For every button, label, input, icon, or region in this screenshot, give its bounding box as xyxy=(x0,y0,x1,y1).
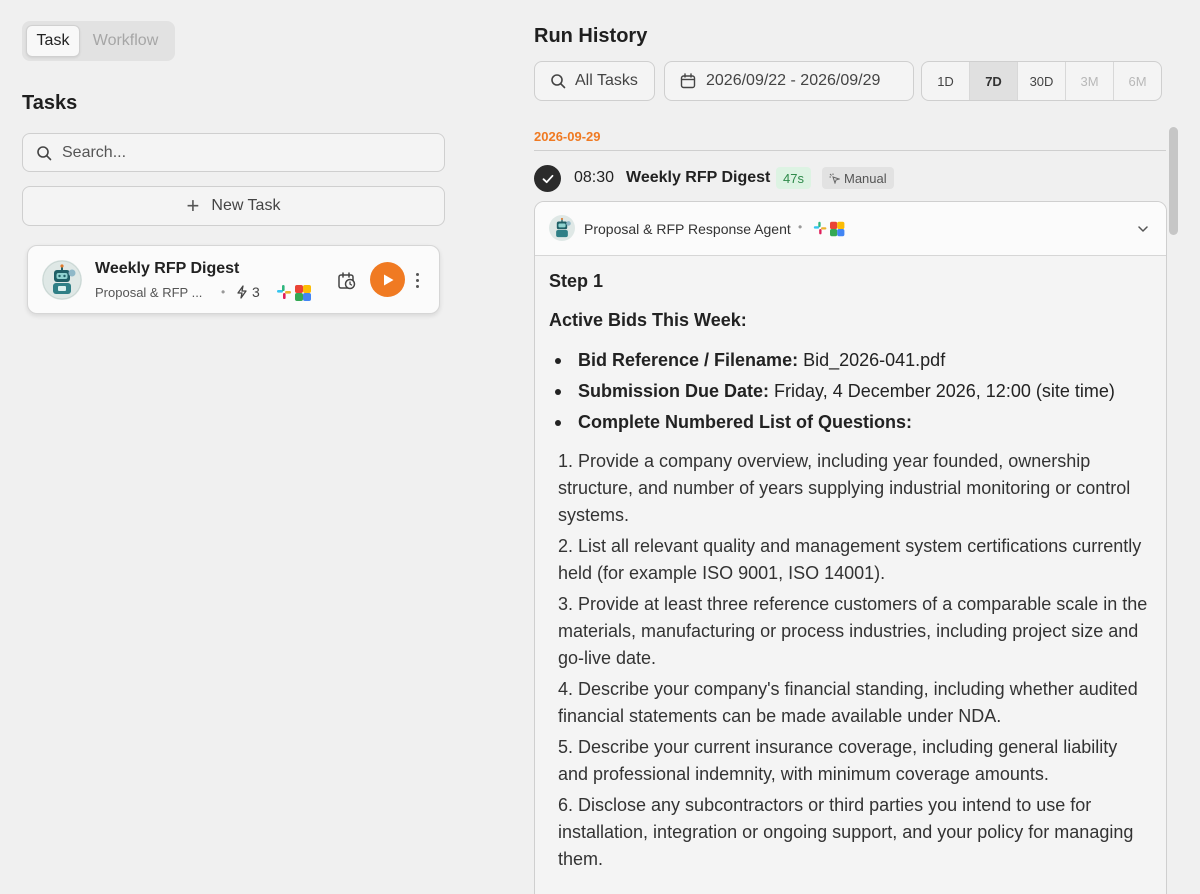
search-input[interactable]: Search... xyxy=(22,133,445,172)
schedule-icon[interactable] xyxy=(337,271,357,291)
mode-switch: Task Workflow xyxy=(22,21,175,61)
question-item: 2. List all relevant quality and managem… xyxy=(558,536,1142,583)
connected-apps-icon xyxy=(277,285,311,301)
robot-avatar-icon xyxy=(549,215,575,241)
bid-details-list: Bid Reference / Filename: Bid_2026-041.p… xyxy=(549,345,1152,438)
step-heading: Step 1 xyxy=(549,271,604,291)
time-range-selector: 1D 7D 30D 3M 6M xyxy=(921,61,1162,101)
question-item: 3. Provide at least three reference cust… xyxy=(558,594,1148,668)
tasks-heading: Tasks xyxy=(22,92,78,114)
all-tasks-filter[interactable]: All Tasks xyxy=(534,61,655,101)
success-check-icon xyxy=(534,165,561,192)
plus-icon: + xyxy=(186,193,200,218)
divider xyxy=(534,150,1166,151)
run-history-heading: Run History xyxy=(534,25,648,47)
play-icon xyxy=(383,274,393,285)
connected-apps-icon xyxy=(813,221,845,237)
trigger-badge: Manual xyxy=(822,167,894,189)
range-30d[interactable]: 30D xyxy=(1018,62,1066,100)
bullet-label: Complete Numbered List of Questions: xyxy=(578,412,913,432)
bullet-value: Friday, 4 December 2026, 12:00 (site tim… xyxy=(769,381,1115,401)
search-icon xyxy=(37,145,52,160)
range-7d[interactable]: 7D xyxy=(970,62,1018,100)
multi-app-icon xyxy=(295,285,311,301)
questions-list: 1. Provide a company overview, including… xyxy=(549,448,1152,873)
separator-dot: • xyxy=(798,220,803,234)
task-title: Weekly RFP Digest xyxy=(95,260,240,277)
run-time: 08:30 xyxy=(574,169,615,186)
run-count: 3 xyxy=(252,284,260,300)
task-agent: Proposal & RFP ... xyxy=(95,285,203,300)
date-range-picker[interactable]: 2026/09/22 - 2026/09/29 xyxy=(664,61,914,101)
run-output-panel: Proposal & RFP Response Agent • Step 1 A… xyxy=(534,201,1167,894)
range-3m: 3M xyxy=(1066,62,1114,100)
section-heading: Active Bids This Week: xyxy=(549,310,747,330)
tab-workflow[interactable]: Workflow xyxy=(80,25,171,57)
cursor-click-icon xyxy=(829,173,840,184)
slack-icon xyxy=(813,221,827,235)
new-task-button[interactable]: + New Task xyxy=(22,186,445,226)
separator-dot: • xyxy=(221,285,226,299)
search-icon xyxy=(551,74,566,89)
question-item: 4. Describe your company's financial sta… xyxy=(558,679,1138,726)
slack-icon xyxy=(277,285,291,299)
more-options-icon[interactable] xyxy=(412,269,422,291)
search-placeholder: Search... xyxy=(62,143,127,161)
all-tasks-label: All Tasks xyxy=(575,72,638,89)
bullet-label: Bid Reference / Filename: xyxy=(578,350,799,370)
list-item: Bid Reference / Filename: Bid_2026-041.p… xyxy=(549,345,1152,376)
calendar-icon xyxy=(680,73,696,89)
run-name[interactable]: Weekly RFP Digest xyxy=(626,169,770,187)
output-body: Step 1 Active Bids This Week: Bid Refere… xyxy=(535,271,1166,873)
chevron-down-icon[interactable] xyxy=(1136,222,1150,236)
robot-avatar-icon xyxy=(42,260,82,300)
output-header[interactable]: Proposal & RFP Response Agent • xyxy=(535,202,1166,256)
trigger-label: Manual xyxy=(844,170,887,186)
question-item: 5. Describe your current insurance cover… xyxy=(558,737,1118,784)
run-now-button[interactable] xyxy=(370,262,405,297)
date-group-header: 2026-09-29 xyxy=(534,129,601,144)
list-item: Complete Numbered List of Questions: xyxy=(549,407,1152,438)
list-item: Submission Due Date: Friday, 4 December … xyxy=(549,376,1152,407)
question-item: 6. Disclose any subcontractors or third … xyxy=(558,795,1134,869)
bullet-label: Submission Due Date: xyxy=(578,381,770,401)
bullet-value: Bid_2026-041.pdf xyxy=(798,350,946,370)
scrollbar-thumb[interactable] xyxy=(1169,127,1178,235)
bolt-icon xyxy=(237,285,247,299)
question-item: 1. Provide a company overview, including… xyxy=(558,451,1131,525)
duration-badge: 47s xyxy=(776,167,811,189)
multi-app-icon xyxy=(830,221,845,237)
date-range-label: 2026/09/22 - 2026/09/29 xyxy=(706,72,881,89)
tab-task[interactable]: Task xyxy=(26,25,80,57)
range-1d[interactable]: 1D xyxy=(922,62,970,100)
task-card[interactable]: Weekly RFP Digest Proposal & RFP ... • 3 xyxy=(27,245,440,314)
range-6m: 6M xyxy=(1128,73,1147,89)
agent-name: Proposal & RFP Response Agent xyxy=(584,221,791,237)
new-task-label: New Task xyxy=(211,197,281,214)
